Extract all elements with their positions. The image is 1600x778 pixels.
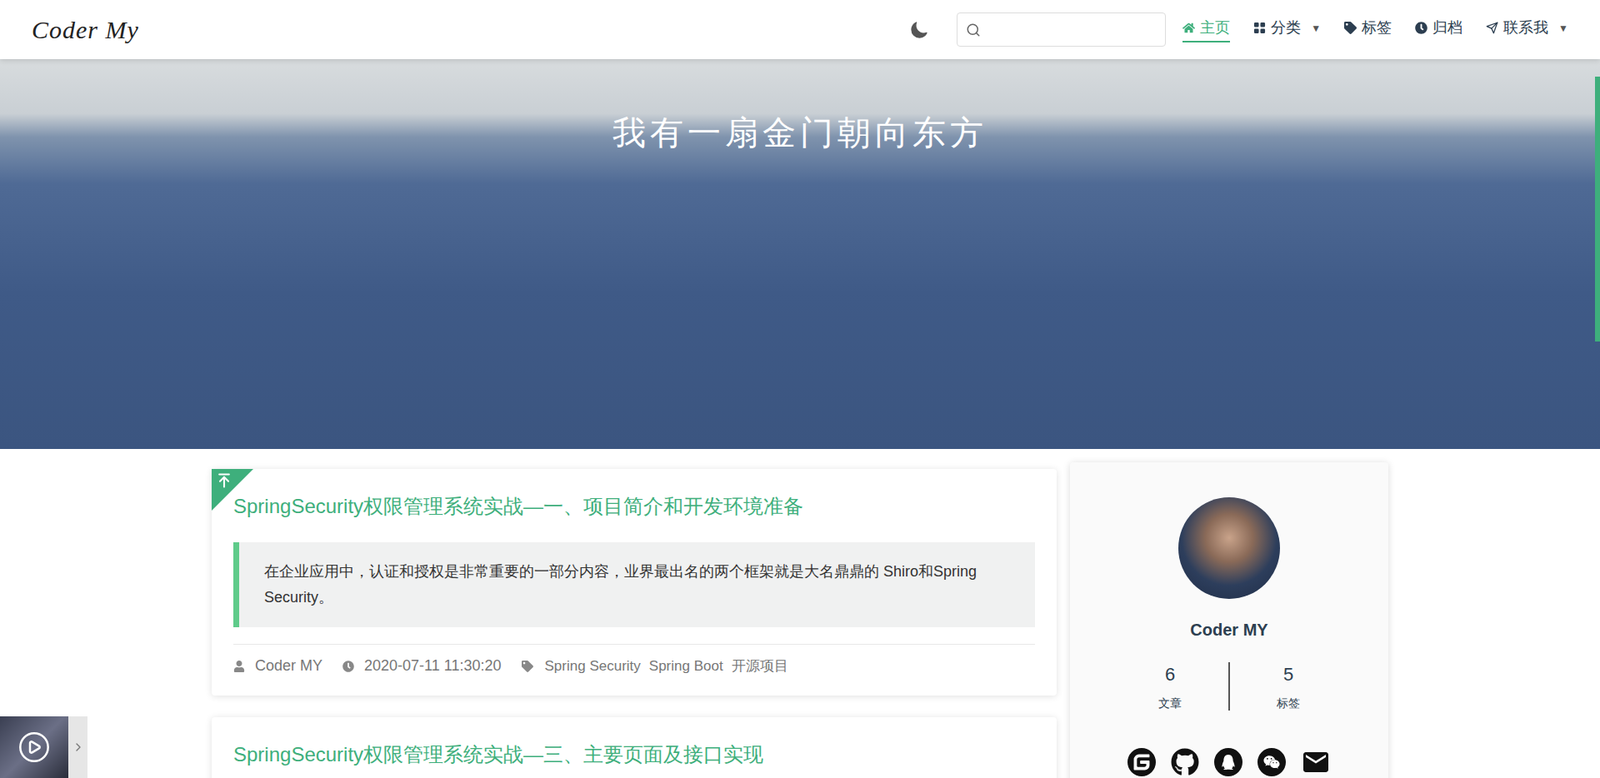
profile-card: Coder MY 6 文章 5 标签 [1070,462,1389,778]
grid-icon [1253,21,1266,35]
reading-progress [1595,76,1600,342]
stat-label: 文章 [1158,695,1182,713]
post-card: SpringSecurity权限管理系统实战—一、项目简介和开发环境准备在企业应… [211,469,1057,696]
player-toggle[interactable] [68,716,88,778]
social-links [1127,747,1331,778]
hero: 我有一扇金门朝向东方 [0,59,1600,450]
caret: ▼ [1558,20,1569,36]
post-author: Coder MY [233,655,323,678]
clock-icon [1415,21,1428,35]
post-date: 2020-07-11 11:30:20 [342,655,501,678]
wechat-icon [1263,754,1280,771]
play-icon[interactable] [17,730,51,765]
page: Coder My主页分类▼标签归档联系我▼我有一扇金门朝向东方SpringSec… [0,0,1600,778]
content: SpringSecurity权限管理系统实战—一、项目简介和开发环境准备在企业应… [211,449,1389,778]
user-icon [233,660,245,673]
music-player [0,716,88,778]
nav-item[interactable]: 分类▼ [1253,16,1321,43]
nav-item[interactable]: 归档 [1415,16,1463,43]
stat-label: 标签 [1276,695,1300,713]
chevron-right-icon [71,740,85,755]
github-icon[interactable] [1170,748,1200,777]
nav-item[interactable]: 主页 [1182,16,1230,43]
search-box[interactable] [956,12,1166,47]
post-body-space [233,769,1035,778]
nav-item[interactable]: 联系我▼ [1485,16,1569,43]
tag-icon [1344,21,1357,35]
pin-icon [215,472,233,490]
hero-title: 我有一扇金门朝向东方 [612,109,988,156]
stat-value: 5 [1283,660,1294,689]
post-meta: Coder MY 2020-07-11 11:30:20 Spring Securi… [233,644,1035,678]
stat[interactable]: 5 标签 [1260,660,1317,713]
nav-item[interactable]: 标签 [1344,16,1392,43]
home-icon [1182,21,1195,35]
stat-value: 6 [1165,660,1175,689]
search-icon [965,22,981,38]
profile-name: Coder MY [1190,617,1268,643]
stat[interactable]: 6 文章 [1141,660,1199,713]
post-tag[interactable]: Spring Boot [649,655,724,678]
navbar: Coder My 主页分类▼ 标签归档联系我▼ [0,0,1600,60]
post-title[interactable]: SpringSecurity权限管理系统实战—三、主要页面及接口实现 [233,740,1035,770]
tag-icon [521,660,534,673]
profile-stats: 6 文章 5 标签 [1111,660,1347,713]
post-tags: Spring Security Spring Boot 开源项目 [521,655,789,678]
qq-icon [1220,755,1236,770]
nav-menu: 主页分类▼ 标签归档联系我▼ [1182,16,1569,43]
post-list: SpringSecurity权限管理系统实战—一、项目简介和开发环境准备在企业应… [211,469,1057,778]
clock-icon [342,660,355,673]
gitee-icon[interactable] [1127,748,1156,777]
avatar [1178,497,1280,600]
album-cover[interactable] [0,716,69,778]
post-tag[interactable]: 开源项目 [731,655,789,678]
wechat-link[interactable] [1257,748,1286,777]
dark-mode-icon[interactable] [910,20,929,40]
stats-divider [1228,662,1230,711]
mail-icon[interactable] [1300,747,1331,778]
post-tag[interactable]: Spring Security [545,655,641,678]
post-title[interactable]: SpringSecurity权限管理系统实战—一、项目简介和开发环境准备 [233,492,1035,521]
post-excerpt: 在企业应用中，认证和授权是非常重要的一部分内容，业界最出名的两个框架就是大名鼎鼎… [233,542,1035,628]
logo[interactable]: Coder My [31,10,140,49]
post-card: SpringSecurity权限管理系统实战—三、主要页面及接口实现 [211,717,1057,778]
search-input[interactable] [987,20,1157,40]
send-icon [1485,21,1499,35]
caret: ▼ [1310,20,1321,36]
qq-link[interactable] [1214,748,1243,777]
